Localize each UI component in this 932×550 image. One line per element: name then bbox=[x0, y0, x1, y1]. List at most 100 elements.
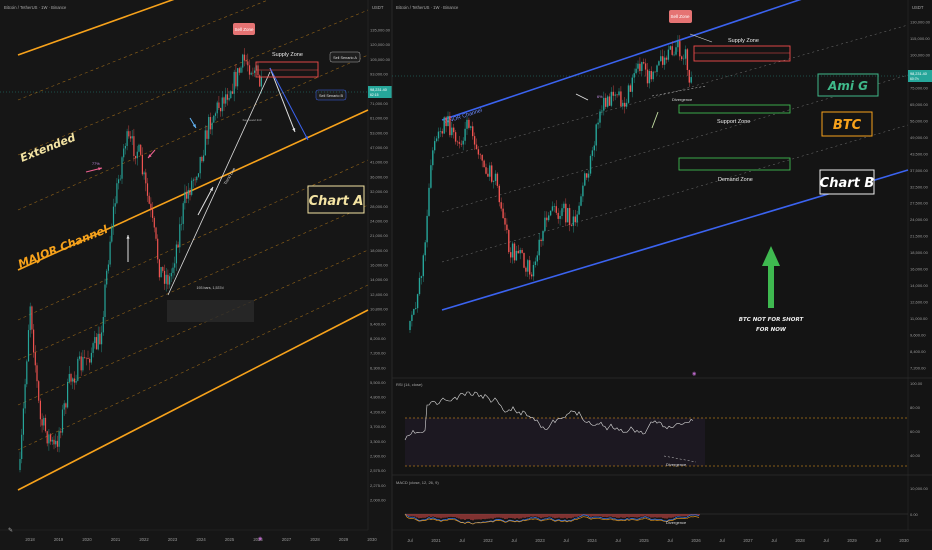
candle bbox=[532, 265, 535, 277]
left-price-tick: 2,575.00 bbox=[370, 468, 386, 473]
macd-bar bbox=[450, 514, 452, 517]
macd-bar bbox=[526, 514, 528, 518]
candle bbox=[472, 126, 474, 137]
macd-bar bbox=[504, 514, 506, 520]
macd-bar bbox=[606, 514, 608, 518]
candle bbox=[133, 136, 135, 156]
candle bbox=[620, 91, 622, 107]
candle bbox=[260, 77, 262, 87]
right-time-tick: 2030 bbox=[899, 538, 909, 543]
macd-bar bbox=[520, 514, 522, 519]
macd-bar bbox=[628, 514, 630, 518]
candle bbox=[439, 131, 442, 132]
left-price-tick: 16,000.00 bbox=[370, 263, 389, 268]
candle bbox=[72, 378, 74, 382]
left-price-tick: 47,000.00 bbox=[370, 145, 389, 150]
right-header: Bitcoin / TetherUS · 1W · Binance bbox=[396, 5, 459, 10]
candle bbox=[50, 434, 52, 442]
macd-tick: 0.00 bbox=[910, 512, 919, 517]
macd-bar bbox=[426, 514, 428, 518]
candle bbox=[221, 97, 223, 112]
macd-bar bbox=[494, 514, 496, 518]
candle bbox=[231, 91, 234, 94]
macd-bar bbox=[594, 514, 596, 517]
macd-bar bbox=[636, 514, 638, 518]
macd-bar bbox=[648, 514, 650, 517]
candle bbox=[468, 119, 470, 128]
left-price-sub: 62:15 bbox=[370, 93, 379, 97]
candle bbox=[123, 148, 125, 158]
macd-bar bbox=[630, 514, 632, 518]
candle bbox=[157, 238, 159, 260]
macd-bar bbox=[678, 514, 680, 517]
candle bbox=[475, 144, 478, 150]
macd-bar bbox=[672, 514, 674, 518]
left-price-tick: 2,000.00 bbox=[370, 498, 386, 503]
candle bbox=[184, 191, 186, 204]
macd-bar bbox=[616, 514, 618, 518]
candle bbox=[179, 224, 181, 248]
macd-bar bbox=[442, 514, 444, 518]
candle bbox=[430, 165, 432, 188]
macd-bar bbox=[496, 514, 498, 518]
right-panel: Bitcoin / TetherUS · 1W · Binance USDT 130… bbox=[391, 0, 932, 550]
candle bbox=[211, 122, 213, 130]
candle bbox=[671, 46, 673, 55]
left-price-tick: 3,700.00 bbox=[370, 424, 386, 429]
candle bbox=[688, 69, 690, 83]
candle bbox=[682, 58, 685, 60]
right-time-tick: 2028 bbox=[795, 538, 805, 543]
sell-scenario-b: Sell Senario B bbox=[319, 94, 344, 98]
candle bbox=[663, 57, 666, 65]
ami-g-label: Ami G bbox=[827, 79, 868, 93]
right-event-icon[interactable]: ◉ bbox=[692, 371, 697, 377]
candle bbox=[627, 85, 630, 103]
green-up-arrow bbox=[768, 264, 774, 308]
candle bbox=[494, 173, 497, 182]
candle bbox=[422, 255, 424, 277]
rsi-tick: 80.00 bbox=[910, 405, 921, 410]
macd-bar bbox=[498, 514, 500, 518]
candle bbox=[555, 206, 557, 213]
right-time-tick: 2024 bbox=[587, 538, 597, 543]
right-price-tick: 11,000.00 bbox=[910, 316, 928, 321]
macd-bar bbox=[468, 514, 470, 520]
candle bbox=[690, 77, 692, 83]
candle bbox=[247, 61, 249, 66]
candle bbox=[479, 154, 481, 156]
macd-bar bbox=[436, 514, 438, 518]
macd-bar bbox=[588, 514, 590, 517]
macd-bar bbox=[596, 514, 598, 517]
candle bbox=[525, 267, 527, 272]
macd-bar bbox=[490, 514, 492, 519]
candle bbox=[182, 203, 184, 224]
left-price-tick: 53,000.00 bbox=[370, 130, 389, 135]
candle bbox=[561, 208, 563, 216]
candle bbox=[515, 250, 518, 261]
left-pct-label: 77% bbox=[92, 162, 100, 166]
candle bbox=[101, 332, 103, 345]
chart-a-label: Chart A bbox=[309, 194, 364, 209]
candle bbox=[584, 173, 586, 186]
candle bbox=[51, 439, 53, 442]
candle bbox=[510, 252, 512, 258]
candle bbox=[39, 400, 41, 420]
macd-bar bbox=[408, 514, 410, 517]
right-time-tick: 2027 bbox=[743, 538, 753, 543]
candle bbox=[563, 203, 565, 209]
macd-bar bbox=[572, 514, 574, 518]
candle bbox=[481, 154, 483, 161]
candle bbox=[194, 179, 196, 181]
left-event-icon[interactable]: ◉ bbox=[258, 536, 263, 542]
right-sell-zone-label: Sell Zone bbox=[670, 14, 690, 19]
candle bbox=[78, 356, 81, 359]
left-price-tick: 71,000.00 bbox=[370, 101, 389, 106]
candle bbox=[63, 403, 65, 410]
macd-bar bbox=[632, 514, 634, 518]
macd-bar bbox=[472, 514, 474, 521]
candle bbox=[160, 267, 162, 278]
candle bbox=[557, 212, 559, 219]
candle bbox=[432, 150, 434, 166]
macd-bar bbox=[604, 514, 606, 517]
right-price-tick: 27,500.00 bbox=[910, 201, 929, 206]
